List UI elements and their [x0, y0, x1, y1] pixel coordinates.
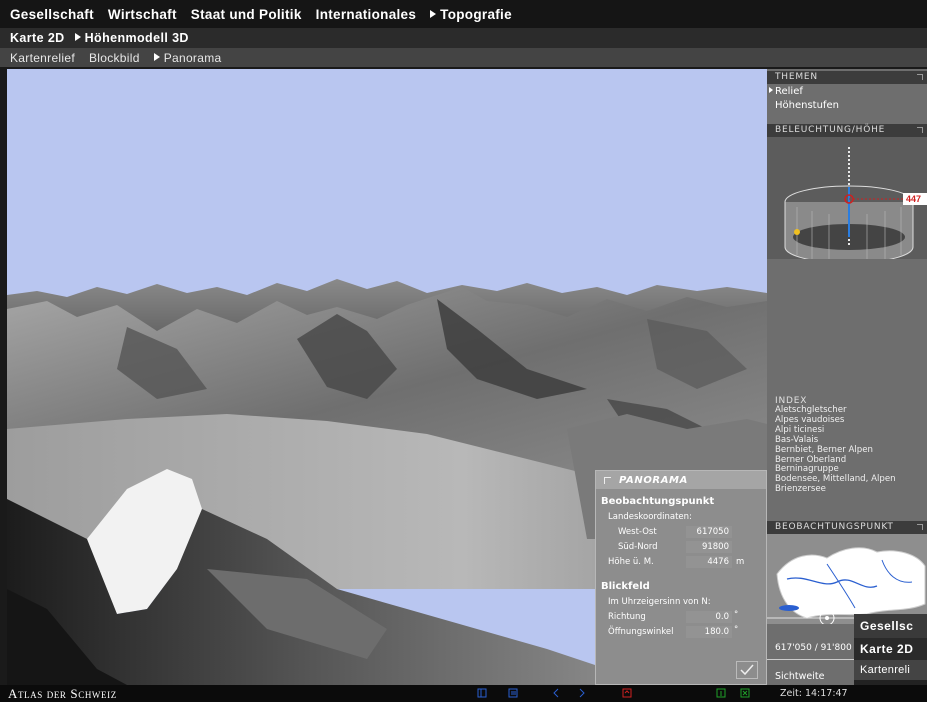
nav-hoehenmodell-3d[interactable]: Höhenmodell 3D [74, 31, 189, 45]
themen-header: THEMEN [767, 71, 927, 84]
beobachtungspunkt-header: BEOBACHTUNGSPUNKT [767, 521, 927, 534]
light-height-control[interactable]: 447 [767, 137, 927, 264]
corner-icon [917, 127, 923, 133]
close-icon[interactable] [740, 688, 750, 698]
list-icon[interactable] [508, 688, 518, 698]
height-tag: 447 [903, 193, 927, 205]
nav-karte-2d[interactable]: Karte 2D [10, 31, 65, 45]
clock: Zeit: 14:17:47 [780, 688, 848, 699]
nav-panorama[interactable]: Panorama [153, 50, 222, 65]
west-ost-value[interactable]: 617050 [686, 526, 732, 538]
help-icon[interactable] [716, 688, 726, 698]
nav-topografie[interactable]: Topografie [430, 7, 512, 22]
nav-kartenrelief[interactable]: Kartenrelief [10, 51, 75, 65]
back-icon[interactable] [551, 688, 561, 698]
panorama-title: PANORAMA [619, 474, 688, 486]
panorama-panel: PANORAMA Beobachtungspunkt Landeskoordin… [595, 470, 767, 685]
nav-internationales[interactable]: Internationales [316, 7, 417, 22]
richtung-value[interactable]: 0.0 [686, 611, 732, 623]
arrow-right-icon [153, 52, 160, 61]
nav-gesellschaft[interactable]: Gesellschaft [10, 7, 94, 22]
arrow-right-icon [430, 9, 437, 18]
hoehe-unit: m [736, 557, 745, 567]
beleuchtung-header: BELEUCHTUNG/HÖHE [767, 124, 927, 137]
corner-icon [917, 524, 923, 530]
panorama-header: PANORAMA [596, 471, 766, 489]
beobachtungspunkt-heading: Beobachtungspunkt [601, 496, 715, 507]
landeskoordinaten-label: Landeskoordinaten: [608, 512, 692, 522]
confirm-button[interactable] [736, 661, 758, 679]
oeffnungswinkel-value[interactable]: 180.0 [686, 626, 732, 638]
themen-title: THEMEN [775, 72, 818, 82]
nav-wirtschaft[interactable]: Wirtschaft [108, 7, 177, 22]
nav-panorama-label: Panorama [163, 50, 222, 65]
index-list: Aletschgletscher Alpes vaudoises Alpi ti… [775, 405, 923, 495]
overlay-nav-1[interactable]: Gesellsc [854, 614, 927, 638]
secondary-nav: Karte 2D Höhenmodell 3D [0, 28, 927, 48]
degree-symbol: ° [734, 625, 739, 635]
oeffnungswinkel-label: Öffnungswinkel [608, 627, 674, 637]
beleuchtung-title: BELEUCHTUNG/HÖHE [775, 125, 886, 135]
forward-icon[interactable] [577, 688, 587, 698]
atlas-brand: Atlas der Schweiz [8, 686, 117, 701]
nav-blockbild[interactable]: Blockbild [89, 51, 140, 65]
overview-map[interactable] [767, 534, 927, 626]
uhrzeigersinn-label: Im Uhrzeigersinn von N: [608, 597, 711, 607]
divider [767, 659, 857, 660]
degree-symbol: ° [734, 610, 739, 620]
corner-icon [604, 476, 611, 484]
arrow-right-icon [769, 87, 773, 93]
corner-icon [917, 74, 923, 80]
index-item[interactable]: Brienzersee [775, 484, 923, 495]
sued-nord-label: Süd-Nord [618, 542, 658, 552]
nav-hoehenmodell-label: Höhenmodell 3D [84, 31, 189, 45]
sidebar: THEMEN Relief Höhenstufen BELEUCHTUNG/HÖ… [767, 69, 927, 685]
arrow-right-icon [74, 33, 81, 41]
layout-icon[interactable] [477, 688, 487, 698]
hoehe-label: Höhe ü. M. [608, 557, 654, 567]
overlay-nav-3[interactable]: Kartenreli [854, 660, 927, 680]
beobachtungspunkt-title: BEOBACHTUNGSPUNKT [775, 522, 894, 532]
print-icon[interactable] [622, 688, 632, 698]
theme-item-relief[interactable]: Relief [769, 86, 803, 97]
coordinates-readout: 617'050 / 91'800 [775, 643, 852, 653]
checkmark-icon [740, 664, 754, 676]
theme-item-hoehenstufen[interactable]: Höhenstufen [775, 100, 839, 111]
switzerland-map [767, 547, 927, 626]
sued-nord-value[interactable]: 91800 [686, 541, 732, 553]
blickfeld-heading: Blickfeld [601, 581, 650, 592]
hoehe-value[interactable]: 4476 [686, 556, 732, 568]
west-ost-label: West-Ost [618, 527, 657, 537]
primary-nav: Gesellschaft Wirtschaft Staat und Politi… [0, 0, 927, 28]
nav-topografie-label: Topografie [440, 6, 512, 22]
richtung-label: Richtung [608, 612, 646, 622]
nav-staat-und-politik[interactable]: Staat und Politik [191, 7, 302, 22]
status-bar: Atlas der Schweiz Zeit: 14:17:47 [0, 685, 927, 702]
overlay-nav-2[interactable]: Karte 2D [854, 638, 927, 660]
theme-relief-label: Relief [775, 86, 803, 97]
tertiary-nav: Kartenrelief Blockbild Panorama [0, 48, 927, 67]
sichtweite-label[interactable]: Sichtweite [775, 671, 824, 682]
overlay-window: Gesellsc Karte 2D Kartenreli [854, 614, 927, 685]
